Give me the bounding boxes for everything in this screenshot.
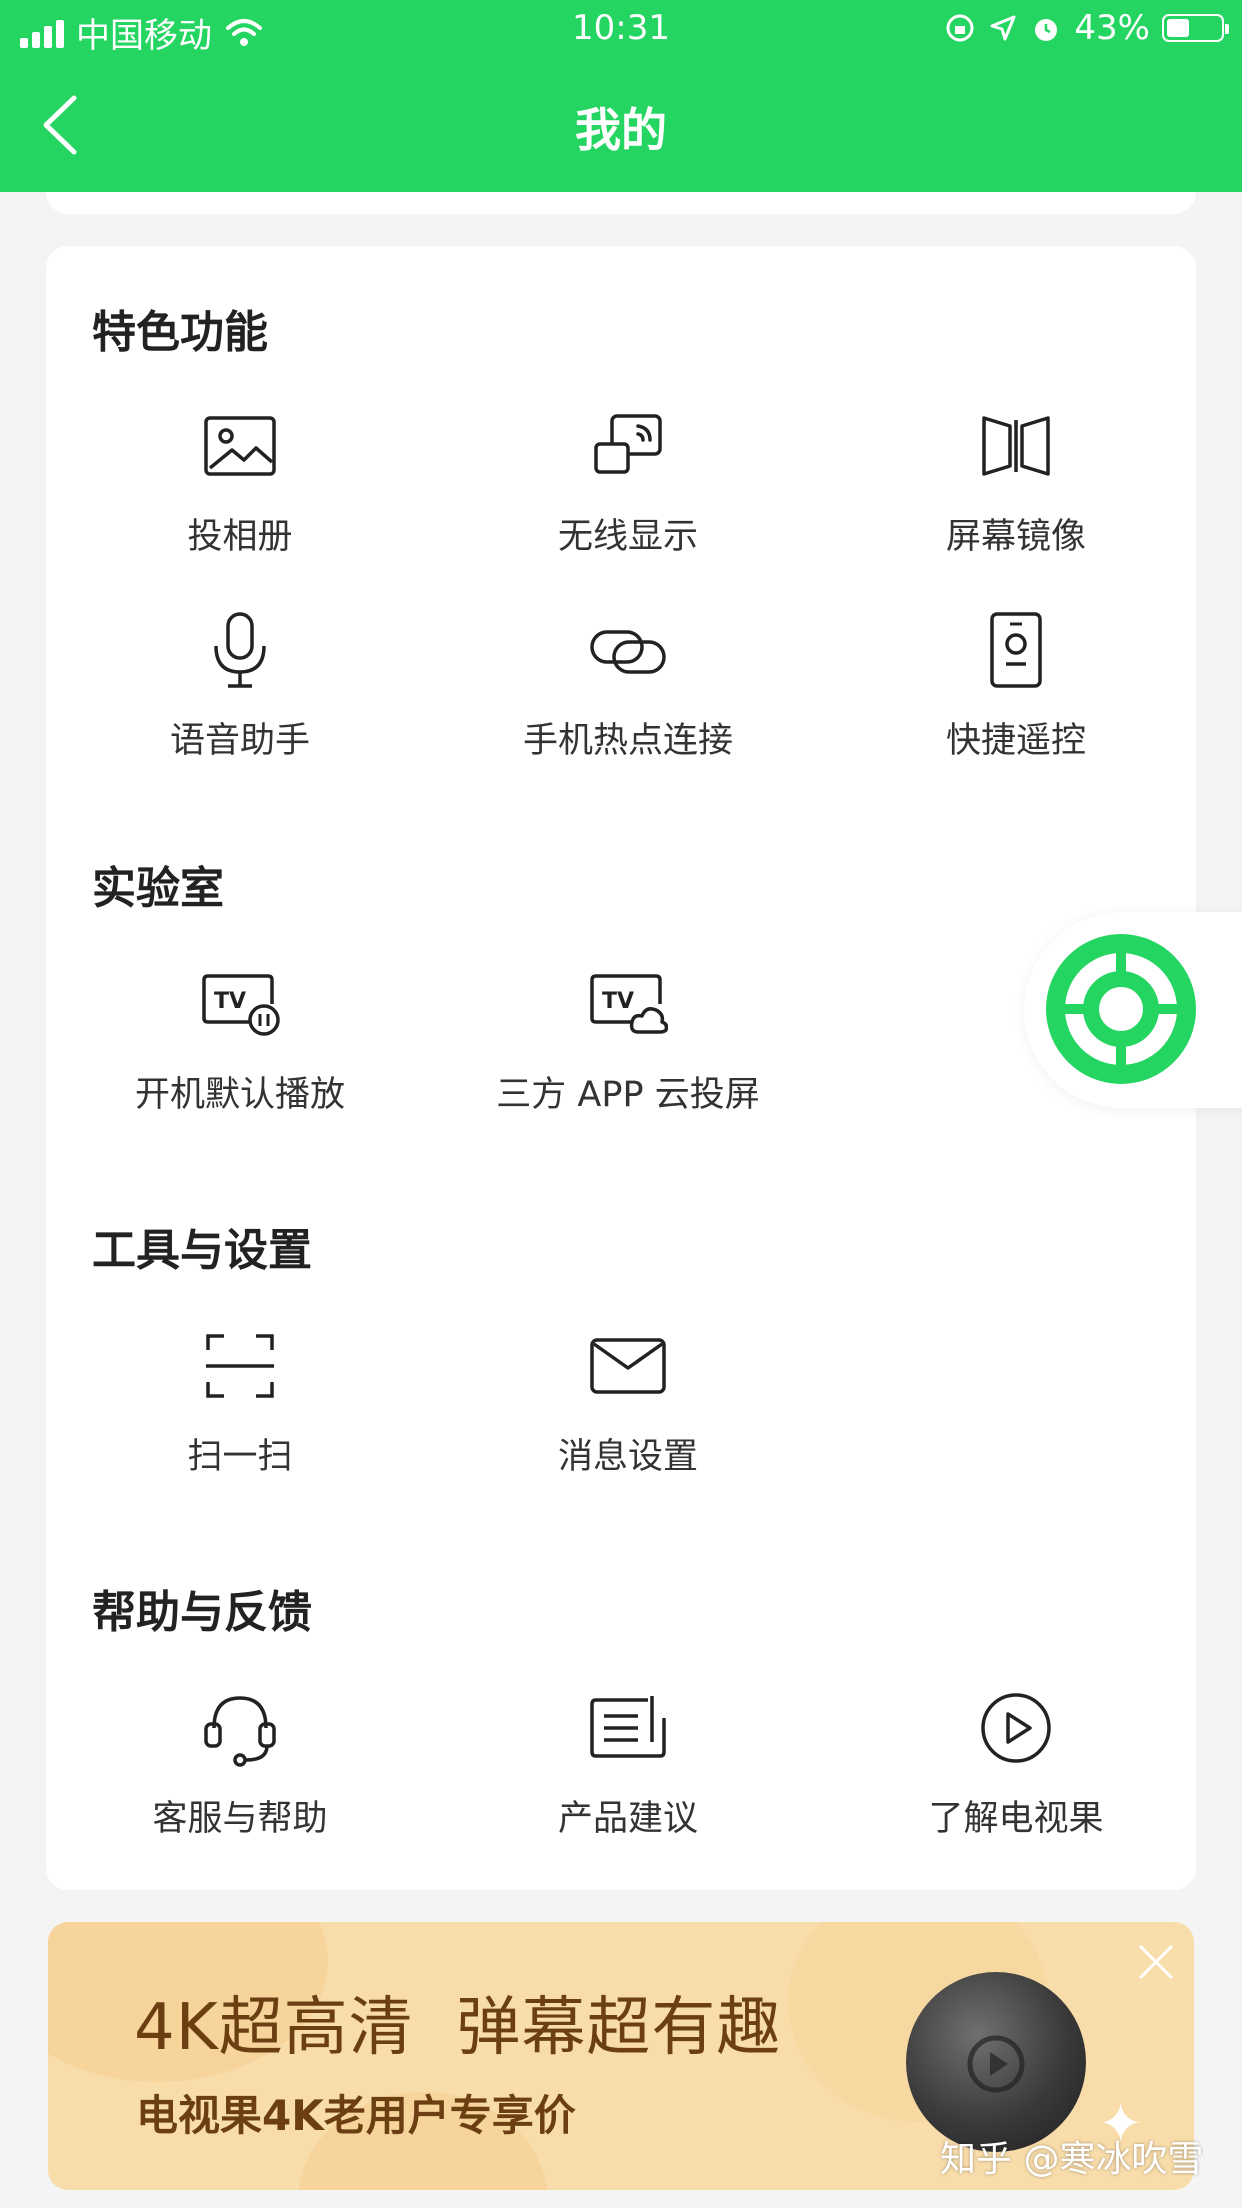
scan-icon: [206, 1334, 274, 1398]
section-title-help: 帮助与反馈: [92, 1587, 312, 1638]
feature-label: 手机热点连接: [522, 721, 733, 761]
feature-item-wireless-display[interactable]: 无线显示: [434, 406, 822, 586]
remote-icon: [990, 612, 1042, 688]
alarm-icon: [1035, 19, 1058, 41]
link-icon: [590, 630, 666, 674]
nav-bar: 我的: [0, 62, 1242, 192]
section-title-features: 特色功能: [92, 307, 268, 358]
mail-icon: [590, 1338, 666, 1394]
rotation-lock-icon: [946, 14, 974, 42]
screen-mirror-icon: [982, 416, 1050, 476]
help-label: 产品建议: [557, 1799, 698, 1839]
tv-text: TV: [602, 989, 634, 1014]
floating-remote-button[interactable]: [1024, 912, 1242, 1108]
feature-label: 语音助手: [169, 721, 310, 761]
headset-icon: [204, 1696, 276, 1767]
help-item-customer-service[interactable]: 客服与帮助: [46, 1688, 434, 1868]
close-icon[interactable]: [1134, 1940, 1178, 1984]
tool-label: 扫一扫: [187, 1437, 293, 1477]
feature-item-hotspot[interactable]: 手机热点连接: [434, 610, 822, 790]
feature-item-screen-mirror[interactable]: 屏幕镜像: [822, 406, 1210, 586]
tool-item-message-settings[interactable]: 消息设置: [434, 1326, 822, 1506]
microphone-icon: [214, 612, 266, 688]
help-item-about[interactable]: 了解电视果: [822, 1688, 1210, 1868]
device-play-icon: [967, 2035, 1025, 2093]
lab-label: 开机默认播放: [134, 1075, 345, 1115]
lab-label: 三方 APP 云投屏: [496, 1075, 760, 1115]
help-label: 客服与帮助: [152, 1799, 328, 1839]
battery-icon: [1162, 14, 1229, 42]
banner-headline: 4K超高清 弹幕超有趣: [134, 1991, 782, 2065]
feature-label: 快捷遥控: [945, 721, 1086, 761]
tool-item-scan[interactable]: 扫一扫: [46, 1326, 434, 1506]
help-label: 了解电视果: [928, 1799, 1104, 1839]
tv-cloud-icon: TV: [590, 974, 668, 1034]
feature-item-photo-album[interactable]: 投相册: [46, 406, 434, 586]
remote-control-icon: [1046, 934, 1196, 1084]
feature-item-quick-remote[interactable]: 快捷遥控: [822, 610, 1210, 790]
status-bar: 中国移动 10:31 43%: [0, 0, 1242, 62]
wireless-display-icon: [594, 414, 662, 474]
page-title: 我的: [575, 103, 667, 157]
feature-label: 投相册: [187, 517, 293, 557]
feature-item-voice-assistant[interactable]: 语音助手: [46, 610, 434, 790]
tv-text: TV: [214, 989, 246, 1014]
device-image: [906, 1972, 1086, 2152]
previous-card-edge: [46, 192, 1196, 214]
section-title-lab: 实验室: [92, 863, 224, 914]
menu-card: 特色功能 投相册 无线显示 屏幕镜像 语音助手 手机热点连接 快捷遥控 实验室 …: [46, 246, 1196, 1890]
battery-percent: 43%: [1074, 8, 1150, 48]
tv-pause-icon: TV: [202, 974, 280, 1036]
section-title-tools: 工具与设置: [92, 1225, 312, 1276]
lab-item-cloud-cast[interactable]: TV 三方 APP 云投屏: [434, 964, 822, 1144]
play-circle-icon: [981, 1693, 1051, 1763]
feedback-icon: [590, 1696, 666, 1758]
watermark: 知乎 @寒冰吹雪: [940, 2139, 1204, 2180]
tool-label: 消息设置: [557, 1437, 698, 1477]
location-icon: [990, 15, 1016, 41]
help-item-product-feedback[interactable]: 产品建议: [434, 1688, 822, 1868]
banner-subline: 电视果4K老用户专享价: [136, 2091, 576, 2140]
photo-icon: [204, 416, 276, 476]
feature-label: 屏幕镜像: [945, 517, 1086, 557]
feature-label: 无线显示: [557, 517, 698, 557]
lab-item-autoplay[interactable]: TV 开机默认播放: [46, 964, 434, 1144]
